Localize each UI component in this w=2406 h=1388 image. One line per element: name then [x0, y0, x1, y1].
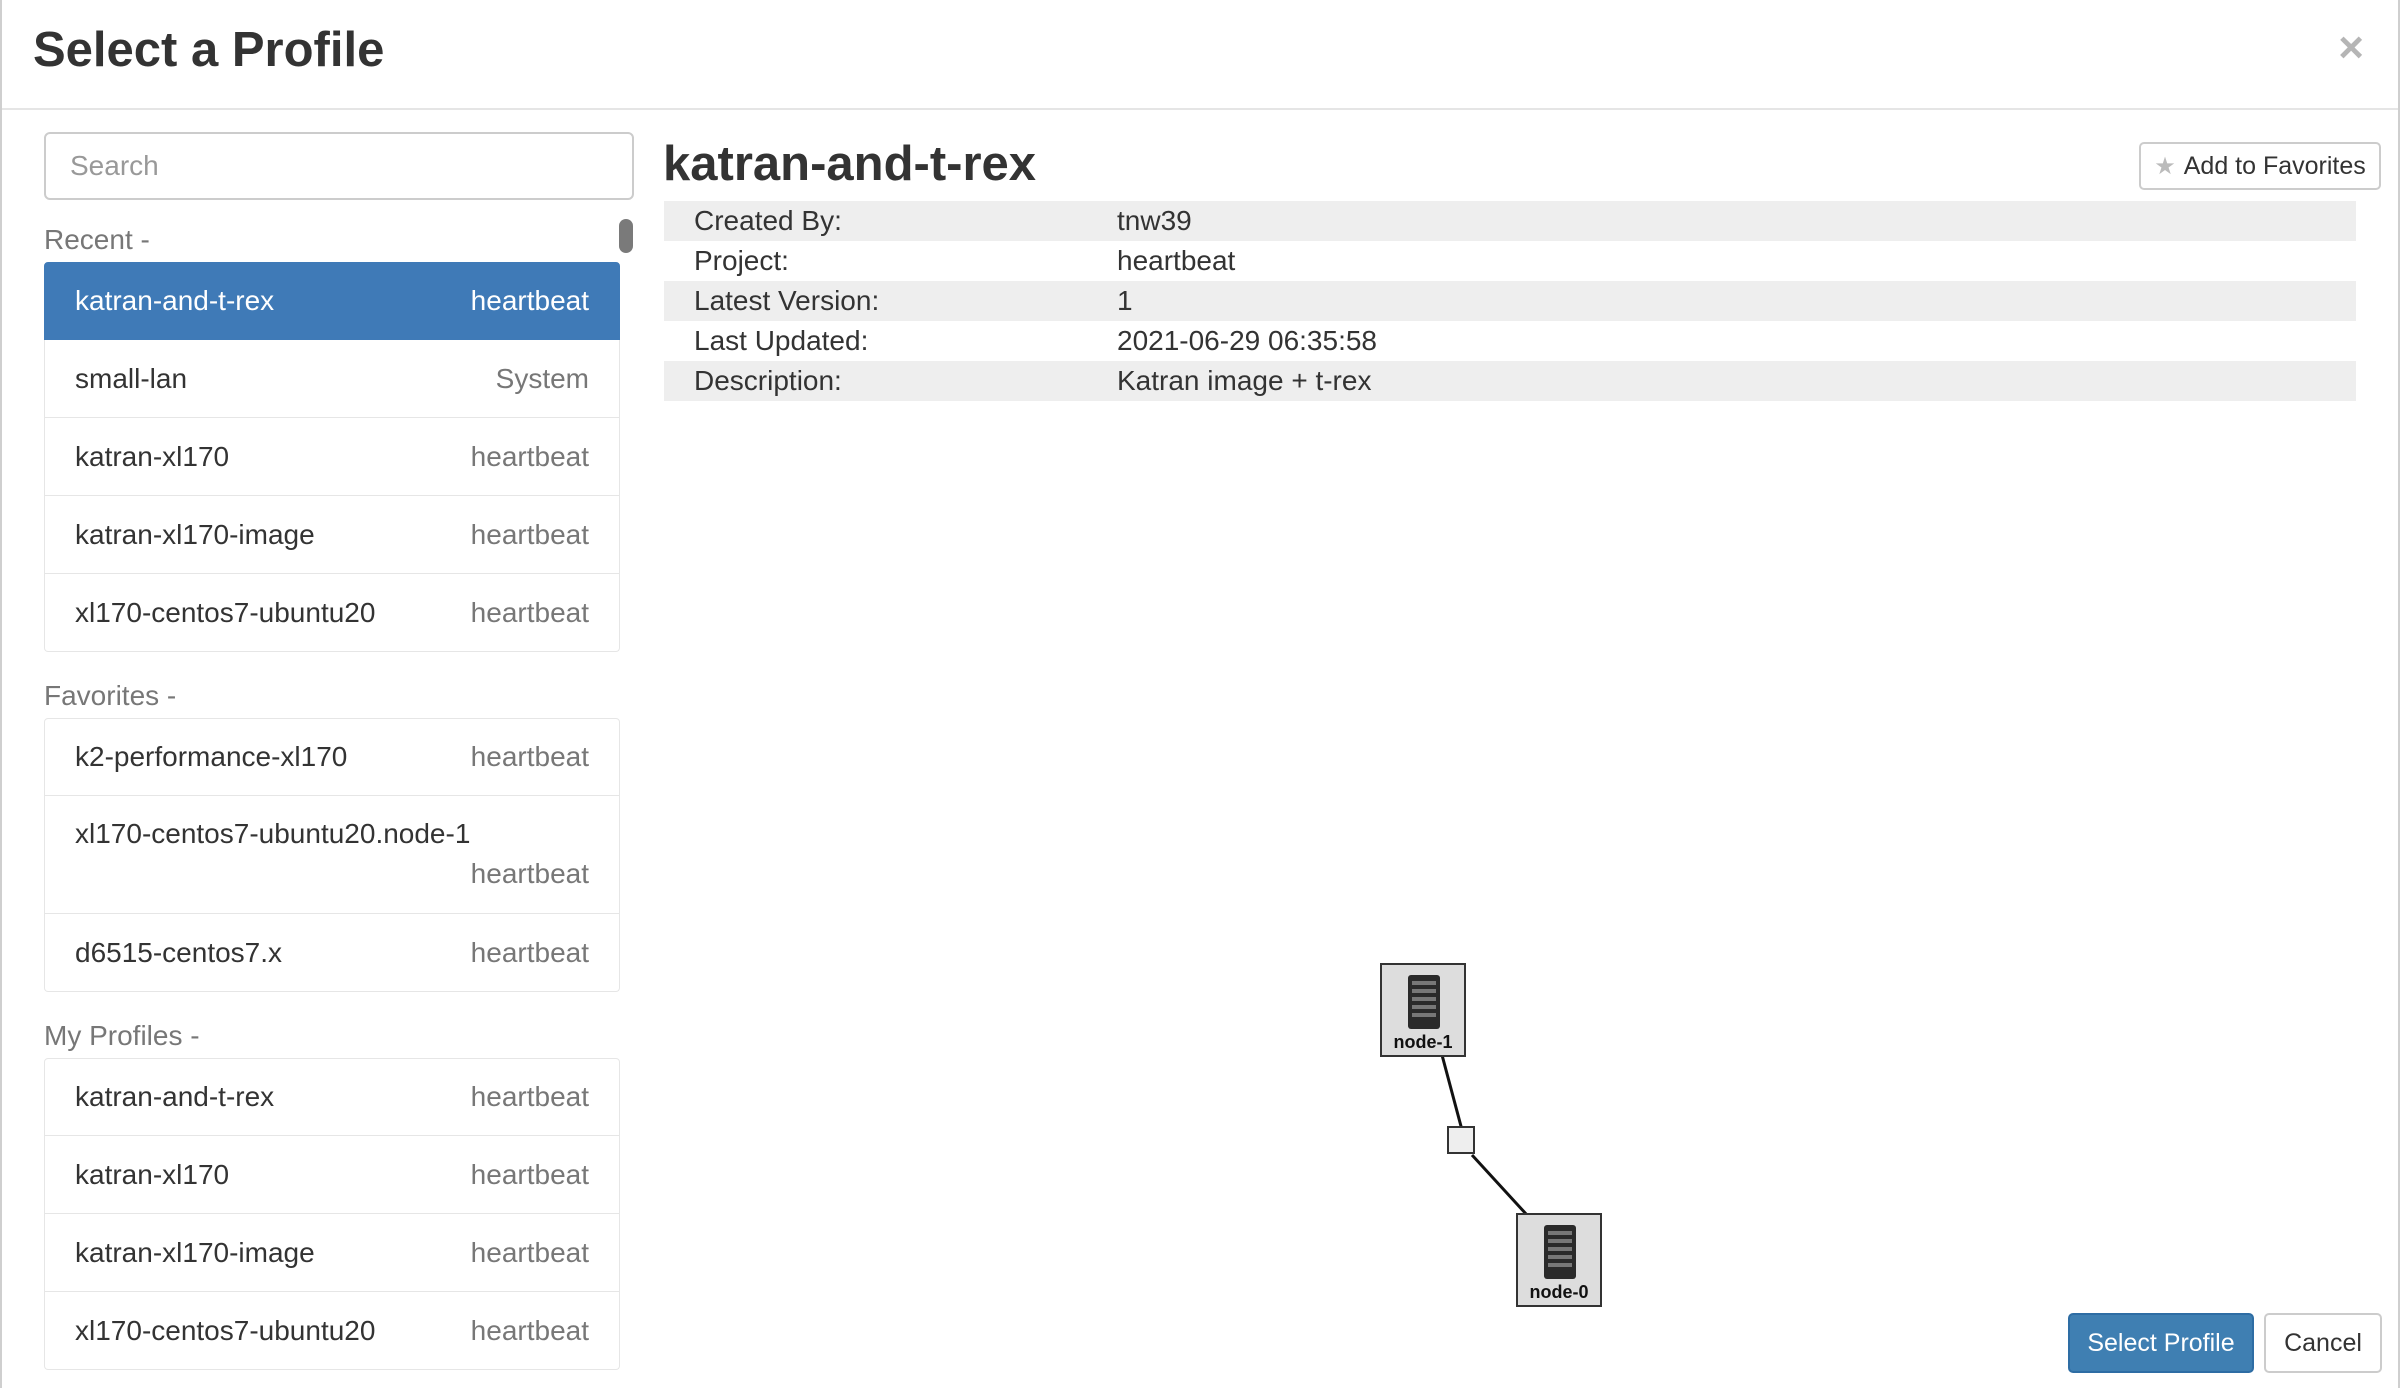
profile-project: heartbeat — [470, 936, 589, 968]
info-key: Description: — [664, 361, 1087, 401]
profile-info-table: Created By: tnw39 Project: heartbeat Lat… — [664, 201, 2356, 401]
profile-project: heartbeat — [470, 1081, 589, 1112]
info-key: Last Updated: — [694, 325, 869, 356]
server-icon — [1544, 1225, 1576, 1279]
select-profile-dialog: Select a Profile × Recent - katran-and-t… — [0, 0, 2400, 1388]
topology-node[interactable]: node-1 — [1380, 963, 1466, 1057]
profile-project: heartbeat — [470, 1236, 589, 1268]
node-label: node-1 — [1393, 1032, 1453, 1052]
group-label-my-profiles: My Profiles - — [44, 1020, 200, 1051]
recent-list: katran-and-t-rex heartbeat small-lan Sys… — [44, 262, 620, 652]
profile-project: heartbeat — [470, 440, 589, 472]
server-icon — [1408, 975, 1440, 1029]
list-item[interactable]: xl170-centos7-ubuntu20 heartbeat — [44, 574, 620, 652]
list-item[interactable]: k2-performance-xl170 heartbeat — [44, 718, 620, 796]
profile-name: k2-performance-xl170 — [75, 741, 348, 772]
profile-project: heartbeat — [470, 518, 589, 550]
info-value: tnw39 — [1087, 201, 2356, 241]
table-row: Created By: tnw39 — [664, 201, 2356, 241]
profile-project: System — [495, 362, 589, 394]
list-item[interactable]: d6515-centos7.x heartbeat — [44, 914, 620, 992]
close-icon[interactable]: × — [2338, 24, 2364, 72]
info-value: 2021-06-29 06:35:58 — [1117, 325, 1377, 356]
list-item[interactable]: xl170-centos7-ubuntu20 heartbeat — [44, 1292, 620, 1370]
info-key: Project: — [694, 245, 789, 276]
profile-name: small-lan — [75, 362, 188, 394]
profile-project: heartbeat — [470, 858, 589, 889]
table-row: Latest Version: 1 — [664, 281, 2356, 321]
table-row: Description: Katran image + t-rex — [664, 361, 2356, 401]
dialog-header: Select a Profile × — [2, 0, 2398, 110]
list-item[interactable]: katran-xl170-image heartbeat — [44, 496, 620, 574]
profile-project: heartbeat — [470, 596, 589, 628]
profile-project: heartbeat — [470, 1314, 589, 1346]
table-row: Project: heartbeat — [664, 241, 2356, 281]
list-item[interactable]: xl170-centos7-ubuntu20.node-1 heartbeat — [44, 796, 620, 914]
list-item[interactable]: katran-xl170 heartbeat — [44, 1136, 620, 1214]
cancel-button[interactable]: Cancel — [2264, 1313, 2382, 1373]
add-to-favorites-button[interactable]: ★ Add to Favorites — [2139, 142, 2381, 190]
select-profile-button[interactable]: Select Profile — [2068, 1313, 2254, 1373]
lan-switch[interactable] — [1447, 1126, 1475, 1154]
favorites-list: k2-performance-xl170 heartbeat xl170-cen… — [44, 718, 620, 992]
info-value: 1 — [1087, 281, 2356, 321]
info-key: Created By: — [664, 201, 1087, 241]
info-value: heartbeat — [1117, 245, 1236, 276]
profile-name: katran-and-t-rex — [75, 285, 275, 316]
profile-project: heartbeat — [470, 285, 589, 316]
profile-project: heartbeat — [470, 741, 589, 772]
profile-name: xl170-centos7-ubuntu20 — [75, 1314, 376, 1346]
profile-name: xl170-centos7-ubuntu20.node-1 — [75, 818, 471, 849]
profile-title: katran-and-t-rex — [663, 137, 1037, 191]
profile-name: katran-xl170-image — [75, 1236, 315, 1268]
my-profiles-list: katran-and-t-rex heartbeat katran-xl170 … — [44, 1058, 620, 1370]
add-to-favorites-label: Add to Favorites — [2183, 151, 2366, 180]
profile-name: d6515-centos7.x — [75, 936, 283, 968]
node-label: node-0 — [1529, 1282, 1589, 1302]
list-scrollbar[interactable] — [619, 219, 633, 253]
list-item[interactable]: katran-and-t-rex heartbeat — [44, 262, 620, 340]
profile-list[interactable]: Recent - katran-and-t-rex heartbeat smal… — [44, 218, 634, 1388]
profile-name: katran-xl170 — [75, 440, 230, 472]
info-key: Latest Version: — [664, 281, 1087, 321]
topology-diagram: node-1 node-0 — [1372, 955, 1622, 1315]
group-label-favorites: Favorites - — [44, 680, 177, 711]
profile-project: heartbeat — [470, 1158, 589, 1190]
list-item[interactable]: katran-xl170-image heartbeat — [44, 1214, 620, 1292]
info-value: Katran image + t-rex — [1087, 361, 2356, 401]
profile-name: xl170-centos7-ubuntu20 — [75, 596, 376, 628]
list-item[interactable]: small-lan System — [44, 340, 620, 418]
profile-name: katran-xl170-image — [75, 518, 315, 550]
profile-name: katran-and-t-rex — [75, 1081, 275, 1112]
list-item[interactable]: katran-and-t-rex heartbeat — [44, 1058, 620, 1136]
list-item[interactable]: katran-xl170 heartbeat — [44, 418, 620, 496]
group-label-recent: Recent - — [44, 224, 150, 255]
star-icon: ★ — [2154, 152, 2176, 180]
dialog-title: Select a Profile — [33, 23, 385, 77]
search-input[interactable] — [44, 132, 634, 200]
topology-node[interactable]: node-0 — [1516, 1213, 1602, 1307]
table-row: Last Updated: 2021-06-29 06:35:58 — [664, 321, 2356, 361]
profile-name: katran-xl170 — [75, 1158, 230, 1190]
